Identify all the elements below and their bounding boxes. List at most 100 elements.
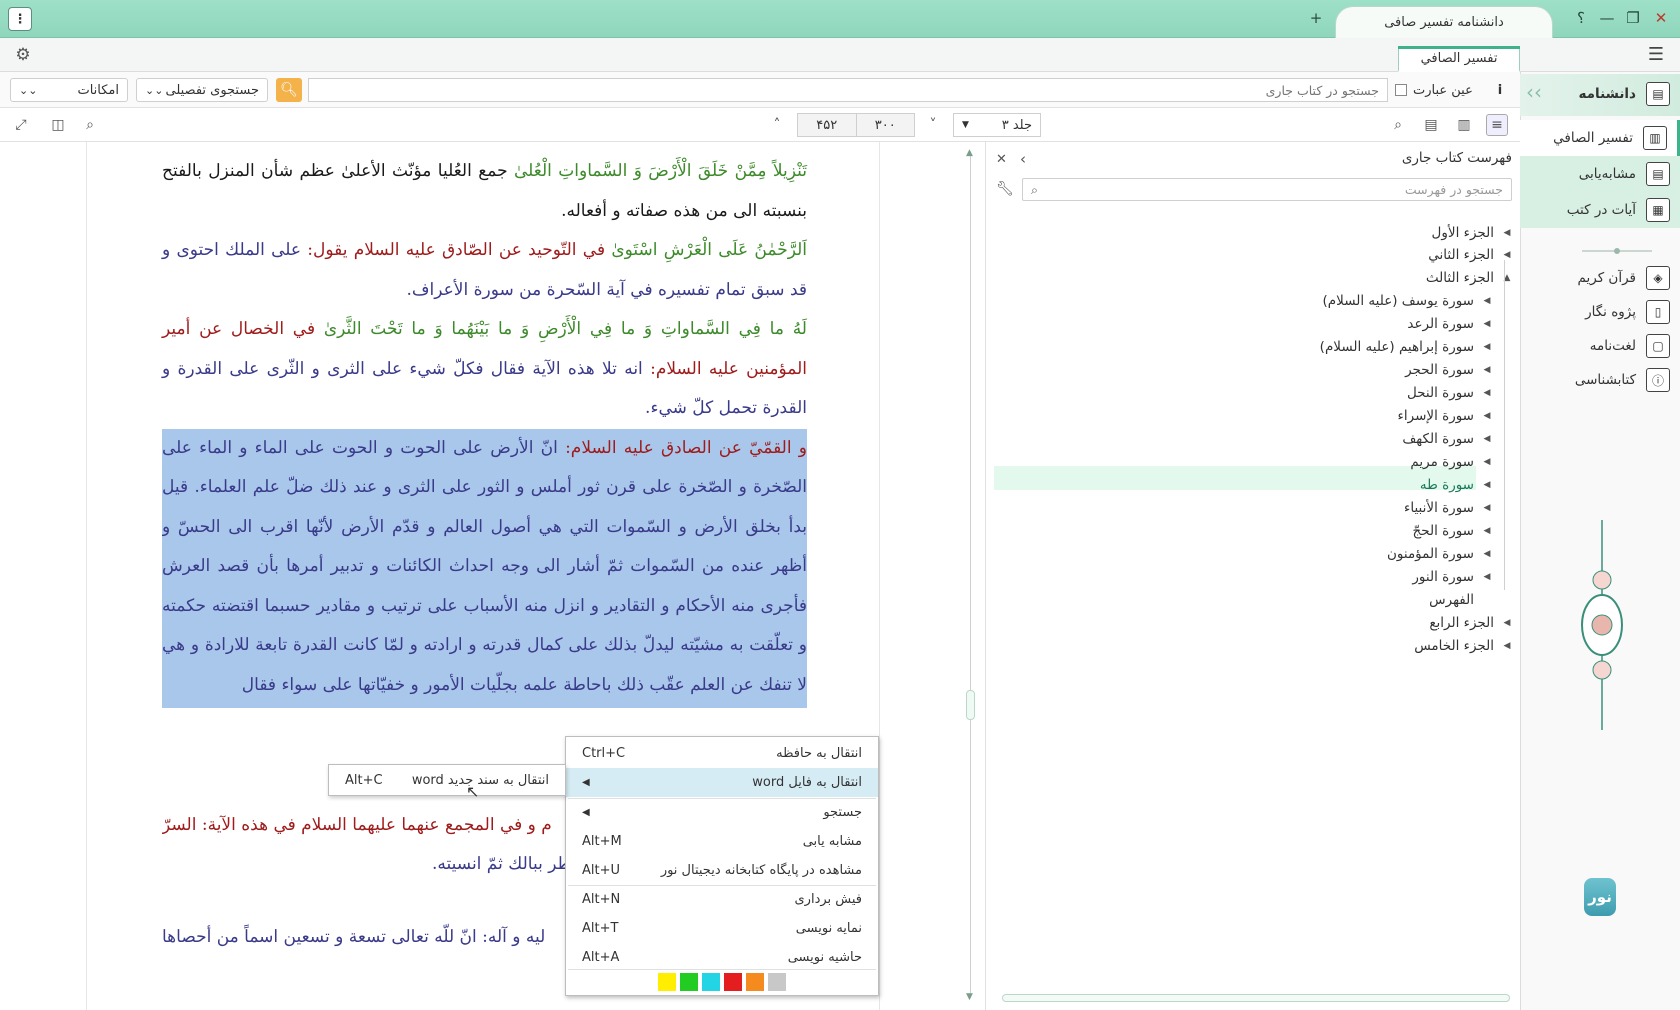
toc-item[interactable]: ◀ سورة إبراهيم (عليه السلام): [1320, 336, 1492, 358]
collapsed-triangle-icon[interactable]: ◀: [1502, 250, 1512, 260]
tab-book[interactable]: تفسیر الصافي: [1398, 46, 1520, 72]
toc-item[interactable]: ◀ سورة الرعد: [1407, 313, 1492, 335]
sidebar-item-3[interactable]: آیات در کتب ▦: [1520, 192, 1680, 228]
info-icon[interactable]: i: [1490, 80, 1510, 100]
toc-search-input[interactable]: ⌕ جستجو در فهرست: [1022, 178, 1512, 201]
toc-item[interactable]: ◀ سورة الحجّ: [1413, 520, 1492, 542]
wrench-icon[interactable]: 🔧︎: [996, 181, 1014, 197]
collapsed-triangle-icon[interactable]: ◀: [1482, 503, 1492, 513]
menu-item-annotate[interactable]: Alt+A حاشیه نویسی: [566, 943, 878, 972]
collapsed-triangle-icon[interactable]: ◀: [1482, 526, 1492, 536]
collapsed-triangle-icon[interactable]: ◀: [1482, 319, 1492, 329]
book-text[interactable]: تَنْزِيلاً مِمَّنْ خَلَقَ الْأَرْضَ وَ ا…: [162, 152, 807, 708]
menu-item-index[interactable]: Alt+T نمایه نویسی: [566, 914, 878, 943]
collapsed-triangle-icon[interactable]: ◀: [1482, 411, 1492, 421]
collapsed-triangle-icon[interactable]: ◀: [1502, 618, 1512, 628]
chevron-left-icon[interactable]: ‹: [1020, 150, 1026, 168]
collapsed-triangle-icon[interactable]: ◀: [1502, 228, 1512, 238]
toc-item-label: الفهرس: [1429, 592, 1474, 608]
page-navigator[interactable]: ۴۵۲ ۳۰۰: [797, 113, 915, 137]
zoom-search-icon[interactable]: ⌕: [79, 114, 101, 136]
toc-item[interactable]: ◀ سورة النحل: [1407, 382, 1492, 404]
sidebar-item-5[interactable]: پژوه نگار ▯: [1520, 294, 1680, 330]
list-view-icon[interactable]: ≡: [1486, 114, 1508, 136]
menu-item-export-word[interactable]: ◀ انتقال به فایل word: [566, 768, 878, 797]
menu-item-similar[interactable]: Alt+M مشابه یابی: [566, 827, 878, 856]
collapsed-triangle-icon[interactable]: ◀: [1502, 641, 1512, 651]
toc-item-label: الجزء الثالث: [1425, 270, 1494, 286]
submenu-word[interactable]: Alt+C انتقال به سند جدید word: [328, 764, 566, 796]
sidebar-item-1[interactable]: تفسیر الصافي ▥: [1520, 120, 1680, 156]
collapsed-triangle-icon[interactable]: ◀: [1482, 388, 1492, 398]
toc-item[interactable]: ◀ الجزء الأول: [1432, 222, 1512, 244]
highlight-color-swatch[interactable]: [680, 973, 698, 991]
sidebar-item-encyclopedia[interactable]: دانشنامه ▤: [1520, 76, 1680, 112]
collapsed-triangle-icon[interactable]: ◀: [1482, 434, 1492, 444]
highlight-color-swatch[interactable]: [724, 973, 742, 991]
scroll-up-arrow[interactable]: ▲: [966, 148, 973, 158]
toc-item[interactable]: ◀ سورة طه: [1420, 474, 1492, 496]
sidebar-item-7[interactable]: کتابشناسی ⓘ: [1520, 362, 1680, 398]
toc-item[interactable]: ◀ سورة الأنبياء: [1404, 497, 1492, 519]
highlight-color-swatch[interactable]: [658, 973, 676, 991]
toc-item[interactable]: ◀ سورة الإسراء: [1398, 405, 1492, 427]
close-button[interactable]: ✕: [1650, 7, 1672, 29]
search-button[interactable]: 🔍︎: [276, 78, 302, 102]
page-current-input[interactable]: ۳۰۰: [857, 114, 915, 136]
collapsed-triangle-icon[interactable]: ◀: [1482, 480, 1492, 490]
gear-icon[interactable]: ⚙: [12, 44, 34, 66]
toc-item[interactable]: ◀ الجزء الرابع: [1429, 612, 1512, 634]
search-input[interactable]: [308, 78, 1388, 102]
toc-item[interactable]: ◀ سورة الحجر: [1405, 359, 1492, 381]
hamburger-menu-icon[interactable]: ☰: [1644, 43, 1668, 65]
bookmark-icon[interactable]: ▤: [1420, 114, 1442, 136]
sidebar-item-6[interactable]: لغت‌نامه ▢: [1520, 328, 1680, 364]
toc-item[interactable]: ◀ سورة مريم: [1410, 451, 1492, 473]
book-icon[interactable]: ▥: [1453, 114, 1475, 136]
split-view-icon[interactable]: ◫: [47, 114, 69, 136]
menu-item-note[interactable]: Alt+N فیش برداری: [566, 885, 878, 914]
sidebar-item-2[interactable]: مشابه‌یابی ▤: [1520, 156, 1680, 192]
checkbox[interactable]: [1395, 84, 1407, 96]
exact-phrase-checkbox[interactable]: عین عبارت: [1395, 78, 1475, 102]
toc-item[interactable]: ▲ الجزء الثالث: [1426, 267, 1512, 289]
chevron-up-icon[interactable]: ˄: [766, 114, 788, 136]
close-icon[interactable]: ✕: [996, 152, 1007, 167]
new-tab-button[interactable]: +: [1305, 7, 1327, 29]
toc-item[interactable]: ◀ سورة النور: [1412, 566, 1492, 588]
options-dropdown[interactable]: ⌄⌄ امکانات: [10, 78, 128, 102]
collapsed-triangle-icon[interactable]: ◀: [1482, 365, 1492, 375]
toc-item[interactable]: ◀ الجزء الثاني: [1428, 244, 1512, 266]
app-menu-button[interactable]: ⋮: [8, 7, 32, 31]
collapsed-triangle-icon[interactable]: ◀: [1482, 457, 1492, 467]
menu-item-noor-library[interactable]: Alt+U مشاهده در پایگاه کتابخانه دیجیتال ن…: [566, 856, 878, 885]
highlight-color-swatch[interactable]: [746, 973, 764, 991]
toc-horizontal-scrollbar[interactable]: [1002, 994, 1510, 1002]
toc-item[interactable]: ◀ سورة المؤمنون: [1387, 543, 1492, 565]
volume-dropdown[interactable]: ▼ جلد ۳: [953, 113, 1041, 137]
help-button[interactable]: ؟: [1570, 7, 1592, 29]
scroll-track[interactable]: [970, 152, 971, 998]
menu-item-search[interactable]: ◀ جستجو: [566, 798, 878, 827]
search-toc-icon[interactable]: ⌕: [1387, 114, 1409, 136]
collapsed-triangle-icon[interactable]: ◀: [1482, 342, 1492, 352]
app-tab[interactable]: دانشنامه تفسیر صافی: [1335, 6, 1553, 38]
toc-item[interactable]: الفهرس: [1429, 589, 1492, 611]
collapsed-triangle-icon[interactable]: ◀: [1482, 296, 1492, 306]
highlight-color-swatch[interactable]: [768, 973, 786, 991]
menu-item-copy[interactable]: Ctrl+C انتقال به حافظه: [566, 739, 878, 768]
collapsed-triangle-icon[interactable]: ◀: [1482, 549, 1492, 559]
advanced-search-dropdown[interactable]: ⌄⌄ جستجوی تفصیلی: [136, 78, 268, 102]
collapsed-triangle-icon[interactable]: ◀: [1482, 572, 1492, 582]
restore-button[interactable]: ❐: [1622, 7, 1644, 29]
highlight-color-swatch[interactable]: [702, 973, 720, 991]
toc-item[interactable]: ◀ سورة الكهف: [1402, 428, 1492, 450]
toc-item[interactable]: ◀ سورة يوسف (عليه السلام): [1323, 290, 1492, 312]
minimize-button[interactable]: —: [1596, 7, 1618, 29]
chevron-down-icon[interactable]: ˅: [922, 114, 944, 136]
toc-item[interactable]: ◀ الجزء الخامس: [1414, 635, 1512, 657]
scroll-thumb[interactable]: [966, 690, 975, 720]
expand-icon[interactable]: ⤢: [10, 114, 32, 136]
scroll-down-arrow[interactable]: ▼: [966, 992, 973, 1002]
sidebar-item-4[interactable]: قرآن کریم ◈: [1520, 260, 1680, 296]
